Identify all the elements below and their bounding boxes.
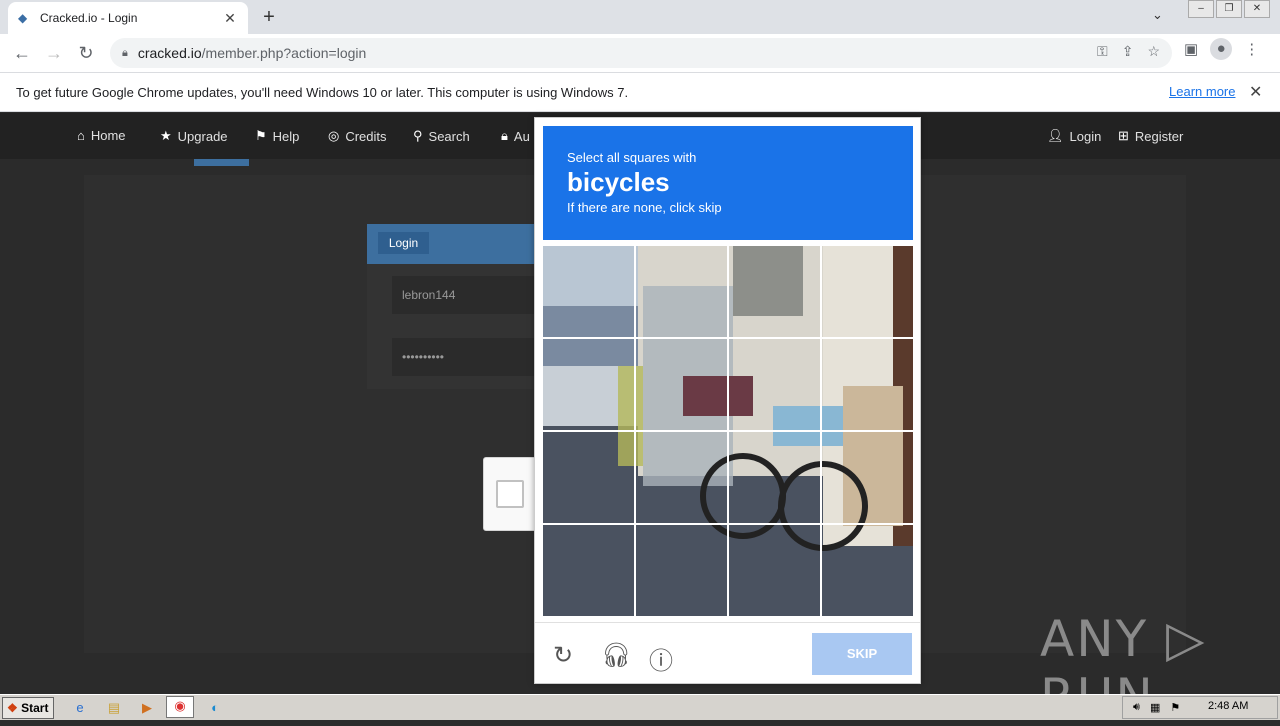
nav-register[interactable]: ⊞ Register — [1118, 128, 1183, 144]
bookmark-star-icon[interactable]: ☆ — [1147, 43, 1160, 60]
minimize-button[interactable]: – — [1188, 0, 1214, 18]
edge-icon[interactable]: ◐ — [205, 699, 225, 717]
start-button[interactable]: ❖ Start — [2, 697, 54, 719]
ie-icon[interactable]: e — [70, 699, 90, 717]
url-path: /member.php?action=login — [201, 45, 367, 61]
lock-icon: 🔒︎ — [501, 128, 508, 143]
refresh-icon[interactable]: ↻ — [553, 641, 573, 670]
back-arrow-icon[interactable]: ← — [6, 43, 38, 64]
menu-kebab-icon[interactable]: ⋮ — [1244, 40, 1259, 58]
nav-label: Login — [1069, 128, 1102, 144]
lock-icon[interactable]: 🔒︎ — [122, 47, 128, 60]
network-icon[interactable]: ▦ — [1150, 701, 1160, 714]
nav-auth[interactable]: 🔒︎ Au — [501, 128, 530, 144]
nav-login[interactable]: 👤︎ Login — [1047, 128, 1101, 144]
volume-icon[interactable]: 🔊︎ — [1133, 701, 1140, 714]
side-panel-icon[interactable]: ▣ — [1184, 40, 1198, 58]
login-title: Login — [378, 232, 429, 254]
forward-arrow-icon[interactable]: → — [38, 43, 70, 64]
browser-toolbar: ← → ↻ 🔒︎ cracked.io /member.php?action=l… — [0, 34, 1280, 72]
tab-search-chevron-icon[interactable]: ⌄ — [1152, 7, 1163, 23]
captcha-target: bicycles — [567, 167, 670, 197]
site-favicon-icon: ◆ — [18, 11, 28, 25]
tab-title: Cracked.io - Login — [40, 11, 138, 25]
key-icon[interactable]: ⚿ — [1097, 43, 1108, 60]
captcha-instruction: Select all squares with — [567, 150, 697, 165]
search-icon: ⚲ — [413, 128, 423, 143]
user-icon: 👤︎ — [1047, 128, 1064, 143]
infobar-message: To get future Google Chrome updates, you… — [16, 84, 629, 100]
grid-lines — [543, 246, 913, 616]
nav-label: Au — [513, 128, 530, 144]
new-tab-button[interactable]: + — [258, 6, 280, 29]
home-icon: ⌂ — [77, 128, 85, 143]
taskbar: ❖ Start e ▤ ▶ ◉ ◐ 🔊︎ ▦ ⚑ 2:48 AM — [0, 694, 1280, 720]
flag-icon: ⚑ — [255, 128, 267, 143]
coins-icon: ◎ — [328, 128, 340, 143]
restore-button[interactable]: ❐ — [1216, 0, 1242, 18]
captcha-header: Select all squares with bicycles If ther… — [543, 126, 913, 240]
profile-avatar-icon[interactable]: ● — [1210, 38, 1233, 60]
nav-home[interactable]: ⌂ Home — [77, 128, 126, 143]
url-host: cracked.io — [137, 45, 202, 61]
window-controls: – ❐ ✕ — [1186, 0, 1270, 18]
nav-upgrade[interactable]: ★ Upgrade — [160, 128, 228, 144]
browser-tab[interactable]: ◆ Cracked.io - Login ✕ — [8, 2, 248, 34]
plus-icon: ⊞ — [1118, 128, 1129, 143]
learn-more-link[interactable]: Learn more — [1169, 84, 1235, 99]
nav-label: Credits — [345, 128, 387, 144]
tab-close-icon[interactable]: ✕ — [222, 10, 238, 27]
share-icon[interactable]: ⇪ — [1122, 43, 1134, 60]
nav-credits[interactable]: ◎ Credits — [328, 128, 387, 144]
captcha-hint: If there are none, click skip — [567, 200, 722, 215]
nav-help[interactable]: ⚑ Help — [255, 128, 299, 144]
captcha-challenge: Select all squares with bicycles If ther… — [534, 117, 921, 684]
nav-label: Home — [90, 128, 126, 143]
close-window-button[interactable]: ✕ — [1244, 0, 1270, 18]
info-icon[interactable]: ⓘ — [649, 641, 673, 676]
reload-icon[interactable]: ↻ — [70, 43, 102, 64]
update-infobar: To get future Google Chrome updates, you… — [0, 72, 1280, 112]
skip-button[interactable]: SKIP — [812, 633, 912, 675]
infobar-close-icon[interactable]: ✕ — [1249, 82, 1262, 102]
media-player-icon[interactable]: ▶ — [137, 699, 157, 717]
nav-search[interactable]: ⚲ Search — [413, 128, 470, 144]
nav-label: Register — [1134, 128, 1184, 144]
action-center-flag-icon[interactable]: ⚑ — [1170, 701, 1180, 714]
clock[interactable]: 2:48 AM — [1208, 700, 1248, 712]
star-icon: ★ — [160, 128, 172, 143]
audio-headphones-icon[interactable]: 🎧︎ — [601, 641, 631, 670]
captcha-image-grid — [543, 246, 913, 616]
nav-label: Search — [428, 128, 470, 144]
captcha-checkbox[interactable] — [496, 480, 524, 508]
chrome-icon[interactable]: ◉ — [166, 696, 194, 718]
nav-active-indicator — [194, 159, 249, 166]
browser-tab-strip: ◆ Cracked.io - Login ✕ + ⌄ – ❐ ✕ — [0, 0, 1280, 34]
system-tray: 🔊︎ ▦ ⚑ — [1122, 696, 1278, 719]
start-label: Start — [21, 701, 49, 715]
nav-label: Help — [272, 128, 300, 144]
windows-logo-icon: ❖ — [7, 701, 18, 715]
nav-label: Upgrade — [177, 128, 228, 144]
captcha-footer: ↻ 🎧︎ ⓘ SKIP — [535, 622, 920, 684]
folder-icon[interactable]: ▤ — [104, 699, 124, 717]
address-bar[interactable]: 🔒︎ cracked.io /member.php?action=login ⚿… — [110, 38, 1172, 68]
